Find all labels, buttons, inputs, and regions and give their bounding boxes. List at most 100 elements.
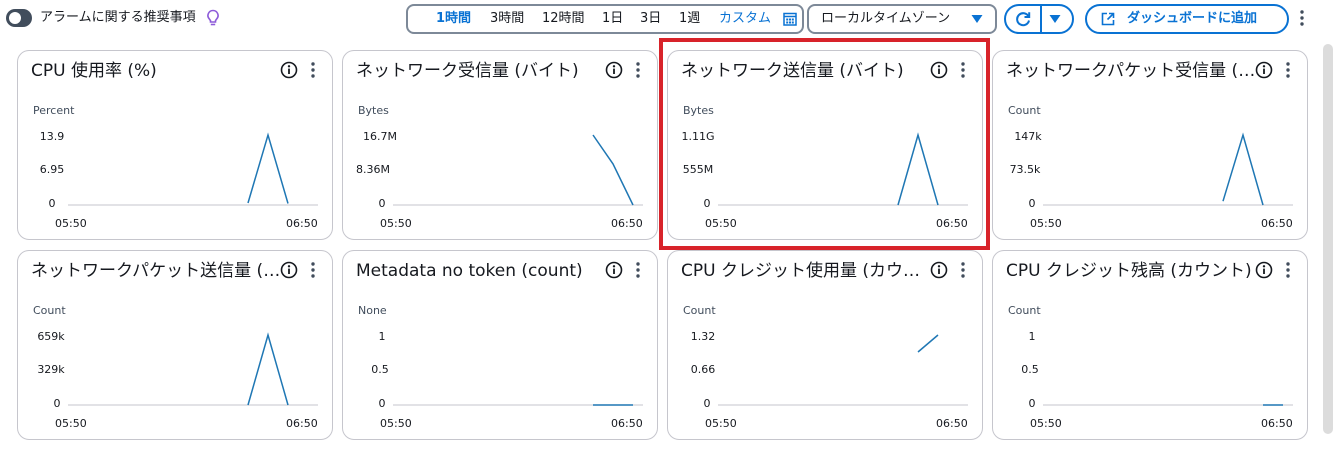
y-axis-unit: Count	[1008, 304, 1041, 317]
card-title: ネットワークパケット受信量 (カウント)	[1006, 61, 1256, 81]
info-icon[interactable]	[605, 61, 623, 79]
card-title: CPU クレジット残高 (カウント)	[1006, 261, 1252, 281]
card-title: Metadata no token (count)	[356, 261, 583, 281]
y-tick-label: 659k	[37, 330, 65, 343]
kebab-icon[interactable]	[1281, 61, 1295, 79]
kebab-icon[interactable]	[306, 261, 320, 279]
range-custom-button[interactable]: カスタム	[719, 6, 771, 32]
metric-card: ネットワーク受信量 (バイト) Bytes 16.7M 8.36M 0 05:5…	[342, 50, 658, 240]
x-tick-label: 06:50	[286, 217, 318, 230]
card-title: ネットワークパケット送信量 (カウント)	[31, 261, 281, 281]
card-title: CPU クレジット使用量 (カウント)	[681, 261, 931, 281]
timezone-select-value: ローカルタイムゾーン	[821, 11, 951, 26]
line-chart	[68, 132, 318, 206]
time-range-selector: 1時間 3時間 12時間 1日 3日 1週 カスタム	[406, 4, 804, 34]
line-chart	[393, 404, 643, 406]
x-tick-label: 05:50	[1030, 217, 1062, 230]
caret-down-icon	[971, 15, 983, 23]
more-options-kebab-icon[interactable]	[1295, 9, 1309, 27]
external-link-icon	[1101, 12, 1115, 26]
metric-card: ネットワークパケット送信量 (カウント) Count 659k 329k 0 0…	[17, 250, 333, 440]
y-axis-unit: None	[358, 304, 387, 317]
dashboard-toolbar: アラームに関する推奨事項 1時間 3時間 12時間 1日 3日 1週 カスタム …	[0, 0, 1340, 40]
kebab-icon[interactable]	[956, 261, 970, 279]
range-1h-button[interactable]: 1時間	[436, 6, 471, 32]
info-icon[interactable]	[1255, 261, 1273, 279]
card-title: ネットワーク受信量 (バイト)	[356, 61, 579, 81]
info-icon[interactable]	[930, 261, 948, 279]
y-axis-unit: Count	[683, 304, 716, 317]
metric-card: CPU クレジット残高 (カウント) Count 1 0.5 0 05:50 0…	[992, 250, 1308, 440]
y-tick-label: 8.36M	[356, 163, 390, 176]
x-tick-label: 06:50	[1261, 417, 1293, 430]
line-chart	[1043, 404, 1293, 406]
line-chart	[718, 334, 968, 406]
vertical-scrollbar[interactable]	[1323, 44, 1333, 434]
metric-card: CPU 使用率 (%) Percent 13.9 6.95 0 05:50 06…	[17, 50, 333, 240]
y-tick-label: 73.5k	[1009, 163, 1041, 176]
refresh-button-group	[1004, 4, 1074, 34]
x-tick-label: 05:50	[705, 417, 737, 430]
add-to-dashboard-label: ダッシュボードに追加	[1127, 11, 1258, 26]
y-axis-unit: Count	[33, 304, 66, 317]
series-line	[917, 334, 939, 353]
line-chart	[1043, 132, 1293, 206]
highlight-box	[659, 38, 990, 250]
y-axis-unit: Percent	[33, 104, 75, 117]
x-tick-label: 06:50	[286, 417, 318, 430]
kebab-icon[interactable]	[631, 61, 645, 79]
range-1w-button[interactable]: 1週	[679, 6, 700, 32]
range-3h-button[interactable]: 3時間	[490, 6, 524, 32]
y-tick-label: 6.95	[39, 163, 65, 176]
info-icon[interactable]	[1255, 61, 1273, 79]
y-tick-label: 329k	[37, 363, 65, 376]
range-1d-button[interactable]: 1日	[602, 6, 623, 32]
line-chart	[393, 134, 643, 206]
x-tick-label: 05:50	[380, 417, 412, 430]
x-tick-label: 05:50	[55, 217, 87, 230]
series-line	[1222, 132, 1264, 206]
x-tick-label: 05:50	[55, 417, 87, 430]
series-line	[247, 332, 289, 406]
metric-card: Metadata no token (count) None 1 0.5 0 0…	[342, 250, 658, 440]
y-axis-unit: Bytes	[358, 104, 389, 117]
y-tick-label: 147k	[1014, 130, 1042, 143]
series-line	[592, 134, 634, 206]
metric-card: ネットワークパケット受信量 (カウント) Count 147k 73.5k 0 …	[992, 50, 1308, 240]
y-tick-label: 0	[48, 197, 56, 210]
y-tick-label: 1.32	[690, 330, 716, 343]
lightbulb-icon	[207, 9, 219, 26]
refresh-divider	[1040, 6, 1042, 32]
x-tick-label: 06:50	[611, 217, 643, 230]
x-tick-label: 05:50	[380, 217, 412, 230]
metric-card: CPU クレジット使用量 (カウント) Count 1.32 0.66 0 05…	[667, 250, 983, 440]
range-3d-button[interactable]: 3日	[640, 6, 661, 32]
series-line	[247, 132, 289, 204]
timezone-select[interactable]: ローカルタイムゾーン	[807, 4, 997, 34]
y-tick-label: 0.5	[371, 363, 389, 376]
y-tick-label: 0.66	[690, 363, 716, 376]
kebab-icon[interactable]	[1281, 261, 1295, 279]
alarm-recommendations-toggle[interactable]	[6, 9, 32, 27]
info-icon[interactable]	[280, 61, 298, 79]
info-icon[interactable]	[280, 261, 298, 279]
y-axis-unit: Count	[1008, 104, 1041, 117]
info-icon[interactable]	[605, 261, 623, 279]
calendar-icon[interactable]	[783, 12, 797, 26]
y-tick-label: 13.9	[39, 130, 65, 143]
toggle-knob	[9, 12, 21, 24]
range-12h-button[interactable]: 12時間	[542, 6, 585, 32]
line-chart	[68, 332, 318, 406]
x-tick-label: 06:50	[936, 417, 968, 430]
refresh-icon[interactable]	[1014, 10, 1032, 28]
x-tick-label: 05:50	[1030, 417, 1062, 430]
x-tick-label: 06:50	[611, 417, 643, 430]
x-tick-label: 06:50	[1261, 217, 1293, 230]
add-to-dashboard-button[interactable]: ダッシュボードに追加	[1085, 4, 1289, 34]
alarm-recommendations-label: アラームに関する推奨事項	[40, 10, 196, 25]
card-title: CPU 使用率 (%)	[31, 61, 157, 81]
kebab-icon[interactable]	[306, 61, 320, 79]
y-tick-label: 0.5	[1021, 363, 1039, 376]
kebab-icon[interactable]	[631, 261, 645, 279]
refresh-options-caret-icon[interactable]	[1049, 14, 1061, 24]
